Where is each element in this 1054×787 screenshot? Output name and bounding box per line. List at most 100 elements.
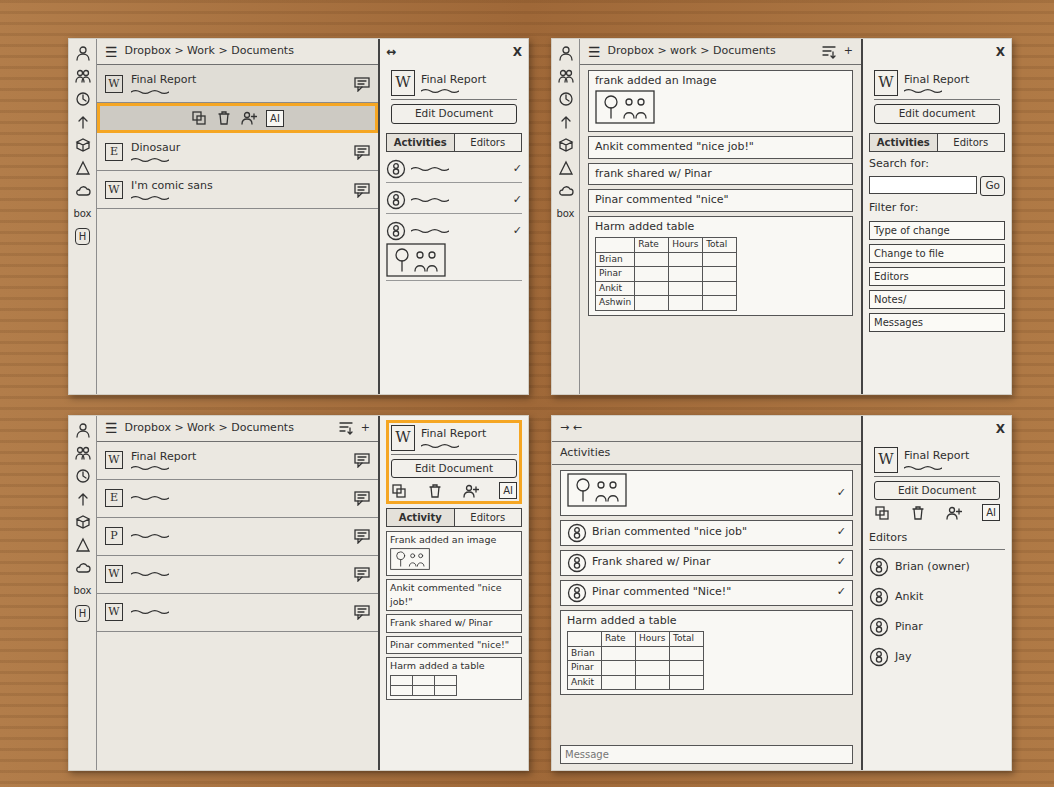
- triangle-icon[interactable]: [75, 160, 91, 176]
- sort-icon[interactable]: [821, 44, 837, 60]
- activity-item[interactable]: Frank shared w/ Pinar✓: [560, 550, 853, 576]
- menu-button[interactable]: ☰: [588, 45, 601, 59]
- drawer-tab[interactable]: Editors: [938, 134, 1005, 151]
- editor-row[interactable]: Jay: [869, 644, 1005, 670]
- people-icon[interactable]: [75, 445, 91, 461]
- activity-item[interactable]: Harm added tableRateHoursTotalBrianPinar…: [588, 216, 853, 316]
- cloud-icon[interactable]: [75, 183, 91, 199]
- file-row[interactable]: WFinal Report: [97, 65, 378, 103]
- file-row[interactable]: P: [97, 518, 378, 556]
- up-icon[interactable]: [558, 114, 574, 130]
- up-icon[interactable]: [75, 491, 91, 507]
- person-icon[interactable]: [75, 45, 91, 61]
- filter-option[interactable]: Change to file: [869, 244, 1005, 263]
- ai-button[interactable]: AI: [982, 504, 1000, 521]
- people-icon[interactable]: [75, 68, 91, 84]
- filter-option[interactable]: Notes/: [869, 290, 1005, 309]
- close-button[interactable]: X: [996, 420, 1005, 438]
- check-mark[interactable]: ✓: [837, 554, 846, 571]
- trash-icon[interactable]: [427, 483, 443, 499]
- activity-item[interactable]: Frank shared w/ Pinar: [386, 614, 522, 632]
- up-icon[interactable]: [75, 114, 91, 130]
- check-mark[interactable]: ✓: [837, 584, 846, 601]
- person-icon[interactable]: [75, 422, 91, 438]
- nav-arrows[interactable]: → ←: [560, 420, 582, 437]
- activity-item[interactable]: ✓: [560, 470, 853, 516]
- box-icon[interactable]: [75, 137, 91, 153]
- sort-icon[interactable]: [338, 420, 354, 436]
- ai-button[interactable]: AI: [266, 110, 284, 127]
- comment-icon[interactable]: [354, 452, 370, 468]
- editor-row[interactable]: Ankit: [869, 584, 1005, 610]
- activity-item[interactable]: Brian commented "nice job"✓: [560, 520, 853, 546]
- box-icon[interactable]: [558, 137, 574, 153]
- add-button[interactable]: +: [361, 420, 370, 437]
- drawer-tab[interactable]: Editors: [455, 509, 522, 526]
- activity-item[interactable]: Harm added a table: [386, 657, 522, 700]
- adduser-icon[interactable]: [463, 483, 479, 499]
- check-mark[interactable]: ✓: [837, 524, 846, 541]
- person-icon[interactable]: [558, 45, 574, 61]
- triangle-icon[interactable]: [558, 160, 574, 176]
- box-icon[interactable]: [558, 137, 574, 153]
- person-icon[interactable]: [75, 422, 91, 438]
- check-mark[interactable]: ✓: [837, 485, 846, 502]
- comment-icon[interactable]: [354, 76, 370, 92]
- message-input[interactable]: [560, 745, 853, 764]
- cloud-icon[interactable]: [558, 183, 574, 199]
- copy-icon[interactable]: [191, 110, 207, 126]
- comment-icon[interactable]: [354, 182, 370, 198]
- check-mark[interactable]: ✓: [513, 161, 522, 178]
- file-row[interactable]: WFinal Report: [97, 442, 378, 480]
- up-icon[interactable]: [75, 114, 91, 130]
- drawer-tab[interactable]: Activity: [387, 509, 455, 526]
- comment-icon[interactable]: [354, 528, 370, 544]
- edit-document-button[interactable]: Edit Document: [874, 481, 1000, 501]
- adduser-icon[interactable]: [946, 505, 962, 521]
- copy-icon[interactable]: [391, 483, 407, 499]
- people-icon[interactable]: [75, 68, 91, 84]
- breadcrumb[interactable]: Dropbox > work > Documents: [608, 43, 814, 60]
- close-button[interactable]: X: [996, 43, 1005, 61]
- editor-row[interactable]: Pinar: [869, 614, 1005, 640]
- file-row[interactable]: WI'm comic sans: [97, 171, 378, 209]
- copy-icon[interactable]: [391, 483, 407, 499]
- copy-icon[interactable]: [191, 110, 207, 126]
- activity-item[interactable]: frank added an Image: [588, 70, 853, 132]
- breadcrumb[interactable]: Dropbox > Work > Documents: [125, 43, 370, 60]
- ai-button[interactable]: AI: [499, 482, 517, 499]
- adduser-icon[interactable]: [241, 110, 257, 126]
- comment-icon[interactable]: [354, 182, 370, 198]
- cloud-icon[interactable]: [75, 560, 91, 576]
- comment-icon[interactable]: [354, 490, 370, 506]
- triangle-icon[interactable]: [75, 537, 91, 553]
- go-button[interactable]: Go: [980, 176, 1005, 196]
- trash-icon[interactable]: [427, 483, 443, 499]
- activity-item[interactable]: ✓: [386, 218, 522, 281]
- up-icon[interactable]: [558, 114, 574, 130]
- filter-option[interactable]: Messages: [869, 313, 1005, 332]
- activity-item[interactable]: Pinar commented "Nice!"✓: [560, 580, 853, 606]
- activity-item[interactable]: ✓: [386, 187, 522, 214]
- edit-document-button[interactable]: Edit Document: [391, 459, 517, 479]
- clock-icon[interactable]: [558, 91, 574, 107]
- activity-item[interactable]: frank shared w/ Pinar: [588, 163, 853, 186]
- trash-icon[interactable]: [910, 505, 926, 521]
- trash-icon[interactable]: [910, 505, 926, 521]
- breadcrumb[interactable]: Dropbox > Work > Documents: [125, 420, 331, 437]
- activity-item[interactable]: Pinar commented "nice": [588, 189, 853, 212]
- people-icon[interactable]: [75, 445, 91, 461]
- copy-icon[interactable]: [874, 505, 890, 521]
- triangle-icon[interactable]: [75, 537, 91, 553]
- filter-option[interactable]: Editors: [869, 267, 1005, 286]
- drawer-tab[interactable]: Editors: [455, 134, 522, 151]
- box-icon[interactable]: [75, 137, 91, 153]
- adduser-icon[interactable]: [241, 110, 257, 126]
- person-icon[interactable]: [75, 45, 91, 61]
- drawer-tab[interactable]: Activities: [870, 134, 938, 151]
- drawer-tab[interactable]: Activities: [387, 134, 455, 151]
- clock-icon[interactable]: [558, 91, 574, 107]
- box-icon[interactable]: [75, 514, 91, 530]
- sort-icon[interactable]: [338, 420, 354, 436]
- edit-document-button[interactable]: Edit Document: [391, 104, 517, 124]
